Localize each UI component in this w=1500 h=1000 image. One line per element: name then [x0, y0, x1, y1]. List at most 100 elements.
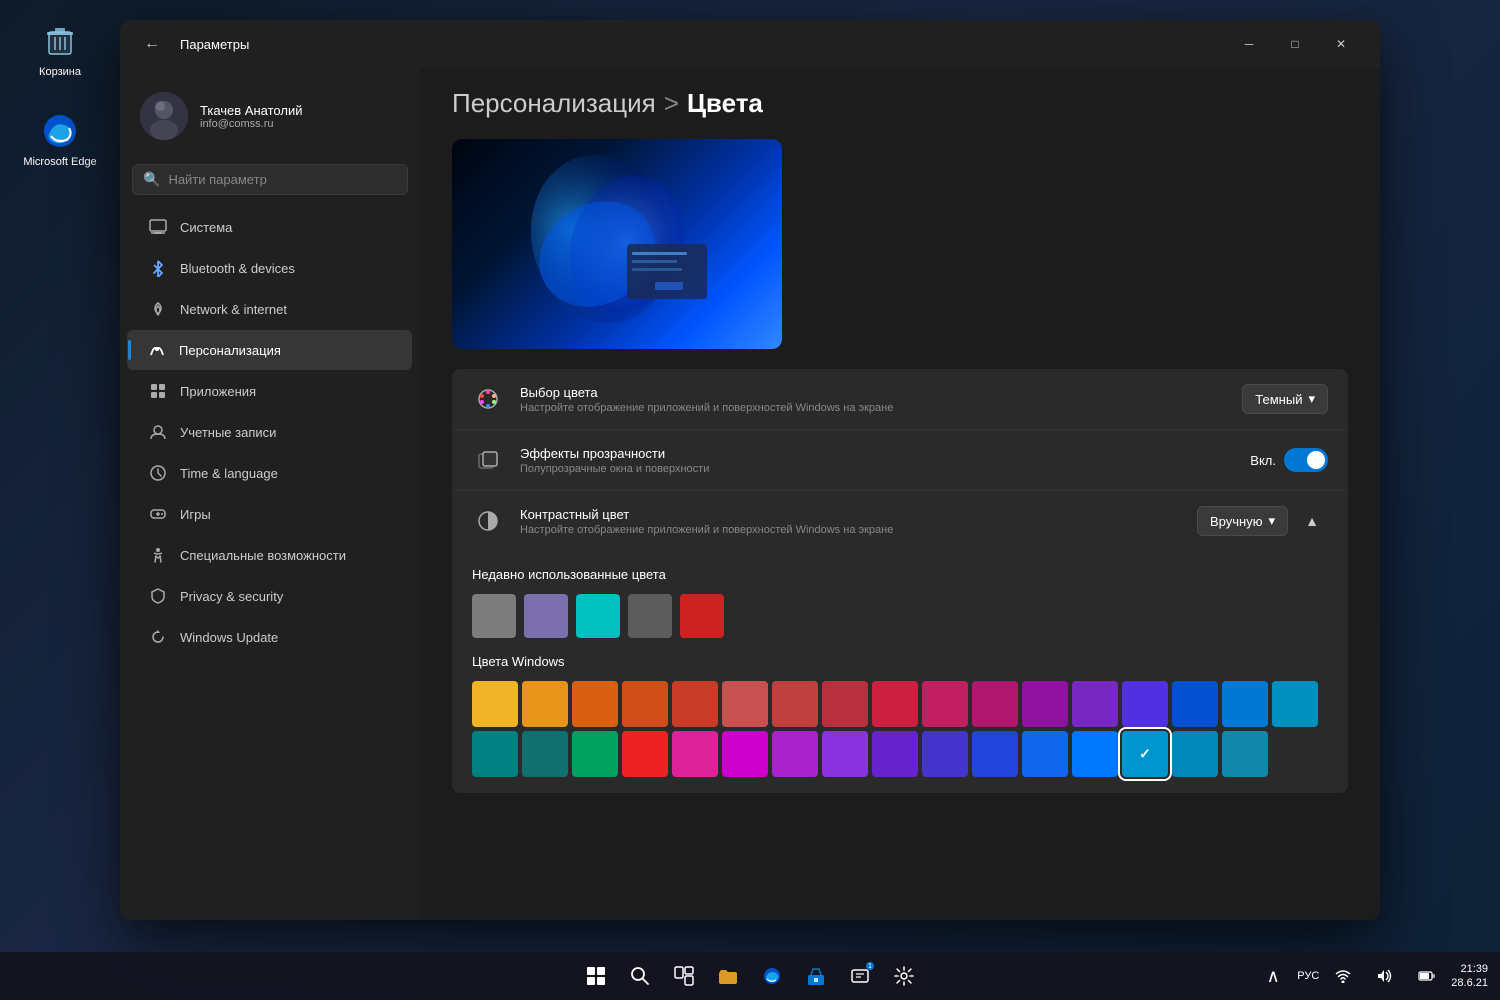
nav-label-time: Time & language: [180, 466, 278, 481]
wc-swatch-1[interactable]: [522, 681, 568, 727]
settings-window: ← Параметры ─ □ ✕: [120, 20, 1380, 920]
wc-swatch-r2-2[interactable]: [722, 731, 768, 777]
wc-swatch-2[interactable]: [572, 681, 618, 727]
taskbar-start-button[interactable]: [578, 958, 614, 994]
wc-swatch-r2-9[interactable]: [1072, 731, 1118, 777]
nav-item-personalization[interactable]: Персонализация: [127, 330, 412, 370]
taskbar-store-button[interactable]: [798, 958, 834, 994]
search-icon: 🔍: [143, 171, 160, 188]
wc-swatch-r2-6[interactable]: [922, 731, 968, 777]
wc-swatch-r2-10[interactable]: [1122, 731, 1168, 777]
taskbar-taskview-button[interactable]: [666, 958, 702, 994]
wc-swatch-4[interactable]: [672, 681, 718, 727]
recent-colors-title: Недавно использованные цвета: [472, 567, 1328, 582]
wc-swatch-r2-11[interactable]: [1172, 731, 1218, 777]
wc-swatch-16[interactable]: [1272, 681, 1318, 727]
wc-swatch-19[interactable]: [572, 731, 618, 777]
wc-swatch-6[interactable]: [772, 681, 818, 727]
nav-item-apps[interactable]: Приложения: [128, 371, 412, 411]
taskbar-volume-button[interactable]: [1367, 958, 1403, 994]
breadcrumb-separator: >: [664, 88, 679, 119]
taskbar-chevron-button[interactable]: ∧: [1255, 958, 1291, 994]
maximize-button[interactable]: □: [1272, 28, 1318, 60]
taskbar-wifi-button[interactable]: [1325, 958, 1361, 994]
back-button[interactable]: ←: [136, 28, 168, 60]
wc-swatch-14[interactable]: [1172, 681, 1218, 727]
wc-swatch-12[interactable]: [1072, 681, 1118, 727]
nav-item-gaming[interactable]: Игры: [128, 494, 412, 534]
contrast-dropdown[interactable]: Вручную ▾: [1197, 506, 1288, 536]
search-input[interactable]: [168, 172, 397, 187]
taskbar-battery-button[interactable]: [1409, 958, 1445, 994]
wc-swatch-0[interactable]: [472, 681, 518, 727]
windows-colors-grid: [472, 681, 1328, 777]
nav-item-network[interactable]: Network & internet: [128, 289, 412, 329]
wc-swatch-10[interactable]: [972, 681, 1018, 727]
transparency-icon: [472, 444, 504, 476]
wc-swatch-5[interactable]: [722, 681, 768, 727]
clock-time: 21:39: [1460, 962, 1488, 976]
contrast-value: Вручную: [1210, 514, 1262, 529]
recent-swatch-1[interactable]: [524, 594, 568, 638]
wallpaper-bg: [452, 139, 782, 349]
taskbar-settings-button[interactable]: [886, 958, 922, 994]
nav-item-system[interactable]: Система: [128, 207, 412, 247]
recent-swatch-2[interactable]: [576, 594, 620, 638]
nav-item-update[interactable]: Windows Update: [128, 617, 412, 657]
color-choice-value: Темный: [1255, 392, 1302, 407]
wc-swatch-17[interactable]: [472, 731, 518, 777]
nav-item-accessibility[interactable]: Специальные возможности: [128, 535, 412, 575]
contrast-expand-button[interactable]: ▲: [1296, 505, 1328, 537]
minimize-button[interactable]: ─: [1226, 28, 1272, 60]
taskbar-explorer-button[interactable]: [710, 958, 746, 994]
recent-swatch-4[interactable]: [680, 594, 724, 638]
taskbar-search-button[interactable]: [622, 958, 658, 994]
nav-item-privacy[interactable]: Privacy & security: [128, 576, 412, 616]
wc-swatch-7[interactable]: [822, 681, 868, 727]
nav-item-time[interactable]: Time & language: [128, 453, 412, 493]
toggle-label: Вкл.: [1250, 453, 1276, 468]
wc-swatch-r2-1[interactable]: [672, 731, 718, 777]
wc-swatch-r2-0[interactable]: [622, 731, 668, 777]
wc-swatch-r2-7[interactable]: [972, 731, 1018, 777]
nav-item-bluetooth[interactable]: Bluetooth & devices: [128, 248, 412, 288]
wc-swatch-r2-8[interactable]: [1022, 731, 1068, 777]
nav-label-personalization: Персонализация: [179, 343, 281, 358]
update-icon: [148, 627, 168, 647]
transparency-title: Эффекты прозрачности: [520, 446, 1234, 461]
color-section: Недавно использованные цвета Цвета Windo…: [452, 551, 1348, 793]
search-box[interactable]: 🔍: [132, 164, 408, 195]
user-profile[interactable]: Ткачев Анатолий info@comss.ru: [120, 76, 420, 156]
gaming-icon: [148, 504, 168, 524]
wc-swatch-15[interactable]: [1222, 681, 1268, 727]
settings-row-transparency: Эффекты прозрачности Полупрозрачные окна…: [452, 430, 1348, 491]
desktop-icon-edge[interactable]: Microsoft Edge: [20, 110, 100, 168]
wc-swatch-r2-4[interactable]: [822, 731, 868, 777]
desktop-icon-recycle-bin[interactable]: Корзина: [20, 20, 100, 78]
wc-swatch-8[interactable]: [872, 681, 918, 727]
wc-swatch-13[interactable]: [1122, 681, 1168, 727]
recent-swatch-3[interactable]: [628, 594, 672, 638]
color-choice-dropdown[interactable]: Темный ▾: [1242, 384, 1328, 414]
nav-item-accounts[interactable]: Учетные записи: [128, 412, 412, 452]
wc-swatch-r2-3[interactable]: [772, 731, 818, 777]
wc-swatch-r2-12[interactable]: [1222, 731, 1268, 777]
taskbar-clock[interactable]: 21:39 28.6.21: [1451, 962, 1488, 991]
wc-swatch-11[interactable]: [1022, 681, 1068, 727]
title-bar-controls: ─ □ ✕: [1226, 28, 1364, 60]
close-button[interactable]: ✕: [1318, 28, 1364, 60]
taskbar-center: 1: [578, 958, 922, 994]
taskbar-notifications-button[interactable]: 1: [842, 958, 878, 994]
wc-swatch-9[interactable]: [922, 681, 968, 727]
transparency-toggle[interactable]: [1284, 448, 1328, 472]
window-title: Параметры: [180, 37, 249, 52]
nav-label-system: Система: [180, 220, 232, 235]
wc-swatch-18[interactable]: [522, 731, 568, 777]
win11-logo-svg: [507, 154, 727, 334]
desktop: Корзина Microsoft Edge ← Параметры ─ □ ✕: [0, 0, 1500, 1000]
wc-swatch-r2-5[interactable]: [872, 731, 918, 777]
taskbar-edge-button[interactable]: [754, 958, 790, 994]
wc-swatch-3[interactable]: [622, 681, 668, 727]
nav-label-privacy: Privacy & security: [180, 589, 283, 604]
recent-swatch-0[interactable]: [472, 594, 516, 638]
